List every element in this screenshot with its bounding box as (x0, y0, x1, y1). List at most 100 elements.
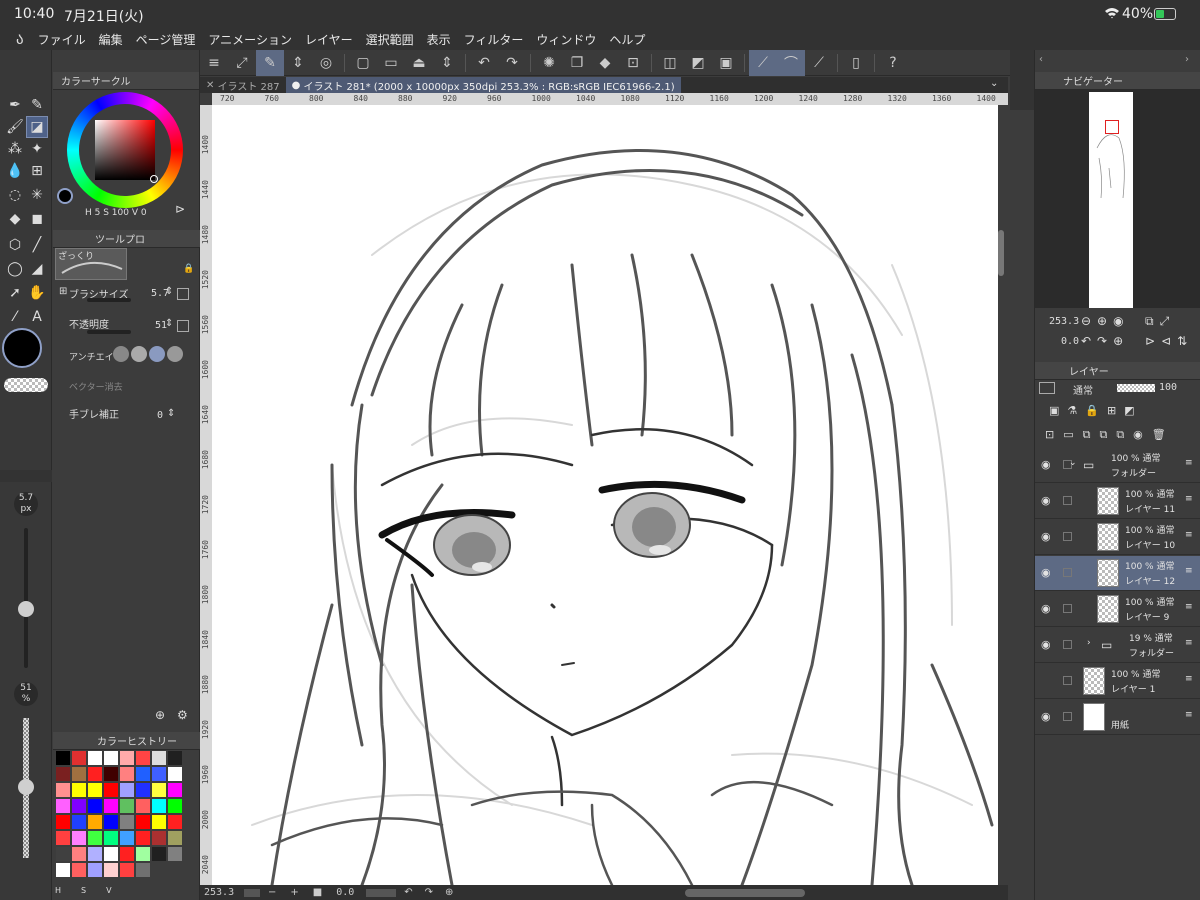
layer-opacity-slider[interactable] (1117, 384, 1155, 392)
history-swatch[interactable] (120, 751, 134, 765)
app-logo-icon[interactable]: ა (16, 30, 24, 48)
layer-checkbox[interactable] (1063, 712, 1072, 721)
perspective-snap-icon[interactable]: ⟋ (805, 50, 833, 76)
history-swatch[interactable] (88, 799, 102, 813)
eye-icon[interactable]: ◉ (1041, 566, 1051, 579)
history-swatch[interactable] (88, 831, 102, 845)
upload-icon[interactable]: ⏏ (405, 50, 433, 76)
play-icon[interactable]: ⊳ (175, 202, 185, 216)
move-tool-icon[interactable]: ➚ (4, 282, 26, 304)
brush-size-link-icon[interactable] (177, 288, 189, 300)
saturation-value-square[interactable] (95, 120, 155, 180)
line-tool-icon[interactable]: ╱ (26, 234, 48, 256)
rotate-right-icon[interactable]: ↷ (425, 887, 433, 898)
opacity-slider-knob[interactable] (18, 778, 34, 795)
history-swatch[interactable] (56, 783, 70, 797)
history-swatch[interactable] (136, 751, 150, 765)
menu-animation[interactable]: アニメーション (208, 31, 292, 48)
layer-action-controls[interactable]: ⊡▭⧉⧉⧉◉🗑 (1045, 428, 1175, 442)
deselect-icon[interactable]: ◫ (656, 50, 684, 76)
layer-row[interactable]: ◉ ▭ › 19 % 通常 フォルダー ≡ (1035, 628, 1200, 663)
history-swatch[interactable] (104, 799, 118, 813)
layer-checkbox[interactable] (1063, 604, 1072, 613)
airbrush-tool-icon[interactable]: ⁂ (4, 138, 26, 160)
size-slider-track[interactable] (24, 528, 28, 668)
eye-icon[interactable]: ◉ (1041, 458, 1051, 471)
layer-lock-controls[interactable]: ▣⚗🔒⊞◩ (1049, 404, 1143, 417)
history-swatch[interactable] (120, 831, 134, 845)
history-swatch[interactable] (120, 847, 134, 861)
history-swatch[interactable] (88, 767, 102, 781)
angle-slider[interactable] (366, 888, 397, 897)
menu-view[interactable]: 表示 (427, 31, 451, 48)
history-swatch[interactable] (168, 767, 182, 781)
eye-icon[interactable]: ◉ (1041, 710, 1051, 723)
layer-row[interactable]: ◉ 100 % 通常 レイヤー 9 ≡ (1035, 592, 1200, 627)
grid-tool-icon[interactable]: ⊞ (26, 160, 48, 182)
layer-color-mode-icon[interactable] (1039, 382, 1055, 394)
fill-bucket-icon[interactable]: ◆ (4, 208, 26, 230)
layer-row[interactable]: ◉ 用紙 ≡ (1035, 700, 1200, 735)
history-swatch[interactable] (120, 783, 134, 797)
history-swatch[interactable] (104, 863, 118, 877)
history-swatch[interactable] (120, 767, 134, 781)
hand-tool-icon[interactable]: ✋ (26, 282, 48, 304)
layer-row[interactable]: ◉ 100 % 通常 レイヤー 12 ≡ (1035, 556, 1200, 591)
history-swatch[interactable] (152, 847, 166, 861)
navigator-zoom-controls[interactable]: ⊖⊕◉ (1081, 314, 1130, 328)
chevron-down-icon[interactable]: ⌄ (1069, 458, 1077, 468)
brush-size-stepper[interactable]: ⇕ (165, 286, 173, 297)
layer-opacity-value[interactable]: 100 (1159, 382, 1177, 393)
history-swatch[interactable] (136, 863, 150, 877)
history-swatch[interactable] (104, 783, 118, 797)
lock-icon[interactable]: 🔒 (183, 264, 194, 274)
history-swatch[interactable] (120, 799, 134, 813)
brush-tool-icon[interactable]: 🖌 (4, 116, 26, 138)
brush-size-expand-icon[interactable]: ⊞ (59, 286, 67, 297)
navigator-preview[interactable] (1035, 90, 1200, 308)
history-swatch[interactable] (104, 831, 118, 845)
history-swatch[interactable] (72, 783, 86, 797)
blend-tool-icon[interactable]: 💧 (4, 160, 26, 182)
history-swatch[interactable] (168, 783, 182, 797)
history-swatch[interactable] (104, 847, 118, 861)
menu-icon[interactable]: ≡ (200, 50, 228, 76)
history-swatch[interactable] (56, 815, 70, 829)
layer-checkbox[interactable] (1063, 496, 1072, 505)
history-swatch[interactable] (104, 815, 118, 829)
open-folder-icon[interactable]: ▭ (377, 50, 405, 76)
opacity-stepper[interactable]: ⇕ (165, 318, 173, 329)
vertical-scrollbar[interactable] (998, 230, 1004, 276)
history-swatch[interactable] (56, 799, 70, 813)
history-swatch[interactable] (56, 767, 70, 781)
chevron-down-icon[interactable]: › (1087, 638, 1091, 648)
history-swatch[interactable] (120, 815, 134, 829)
menu-window[interactable]: ウィンドウ (536, 31, 596, 48)
history-swatch[interactable] (72, 831, 86, 845)
navigator-angle[interactable]: 0.0 (1061, 336, 1079, 347)
history-swatch[interactable] (72, 799, 86, 813)
history-swatch[interactable] (72, 767, 86, 781)
history-swatch[interactable] (168, 847, 182, 861)
history-swatch[interactable] (88, 847, 102, 861)
history-swatch[interactable] (152, 815, 166, 829)
chevron-down-icon[interactable]: ⌄ (990, 78, 998, 89)
resize-icon[interactable]: ⤢ (228, 50, 256, 76)
history-swatch[interactable] (152, 751, 166, 765)
antialias-medium-option[interactable] (149, 346, 165, 362)
menu-file[interactable]: ファイル (38, 31, 86, 48)
history-swatch[interactable] (56, 863, 70, 877)
current-color-dot[interactable] (57, 188, 73, 204)
color-picker-handle[interactable] (150, 175, 158, 183)
eye-icon[interactable]: ◉ (1041, 602, 1051, 615)
menu-layer[interactable]: レイヤー (305, 31, 353, 48)
layer-row[interactable]: ◉ 100 % 通常 レイヤー 10 ≡ (1035, 520, 1200, 555)
bottom-angle-value[interactable]: 0.0 (336, 887, 366, 898)
eraser-tool-icon[interactable]: ◪ (26, 116, 48, 138)
stabilize-stepper[interactable]: ⇕ (167, 408, 175, 419)
layer-menu-icon[interactable]: ≡ (1185, 566, 1193, 576)
redo-icon[interactable]: ↷ (498, 50, 526, 76)
triangle-ruler-icon[interactable]: ◢ (26, 258, 48, 280)
eye-icon[interactable]: ◉ (1041, 530, 1051, 543)
text-tool-icon[interactable]: A (26, 306, 48, 328)
